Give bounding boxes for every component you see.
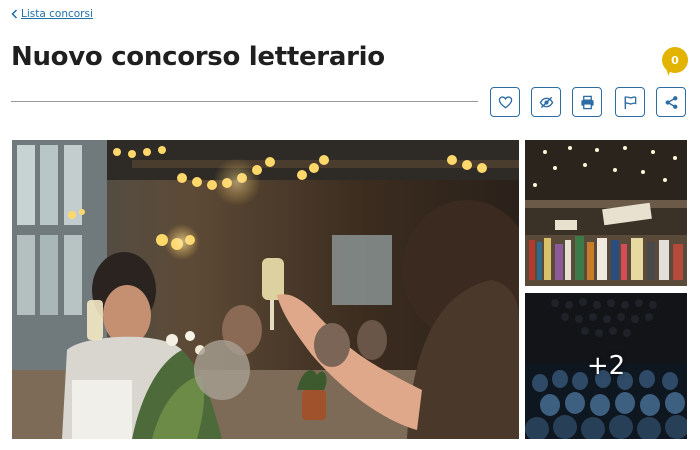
print-button[interactable]: [572, 87, 602, 117]
page-title: Nuovo concorso letterario: [11, 42, 385, 72]
more-photos-overlay[interactable]: +2: [525, 293, 687, 439]
report-button[interactable]: [615, 87, 645, 117]
action-toolbar: [490, 87, 686, 117]
printer-icon: [580, 95, 594, 109]
gallery-thumbnail-2[interactable]: +2: [525, 293, 687, 439]
flag-icon: [624, 95, 636, 109]
share-icon: [665, 95, 677, 109]
banquet-toast-photo: [12, 140, 519, 439]
bookstore-photo: [525, 140, 687, 286]
favorite-button[interactable]: [490, 87, 520, 117]
gallery-thumbnail-1[interactable]: [525, 140, 687, 286]
comment-count-badge[interactable]: 0: [662, 47, 688, 73]
title-divider: [11, 101, 478, 102]
eye-slash-icon: [539, 96, 553, 108]
hide-button[interactable]: [531, 87, 561, 117]
chevron-left-icon: [11, 9, 18, 19]
more-photos-count: +2: [586, 351, 626, 381]
back-link-label: Lista concorsi: [21, 8, 93, 20]
gallery-main-image[interactable]: [12, 140, 519, 439]
page: Lista concorsi Nuovo concorso letterario…: [0, 0, 700, 450]
share-button[interactable]: [656, 87, 686, 117]
heart-icon: [498, 95, 512, 108]
back-to-list-link[interactable]: Lista concorsi: [11, 8, 93, 20]
comment-count: 0: [671, 53, 679, 67]
